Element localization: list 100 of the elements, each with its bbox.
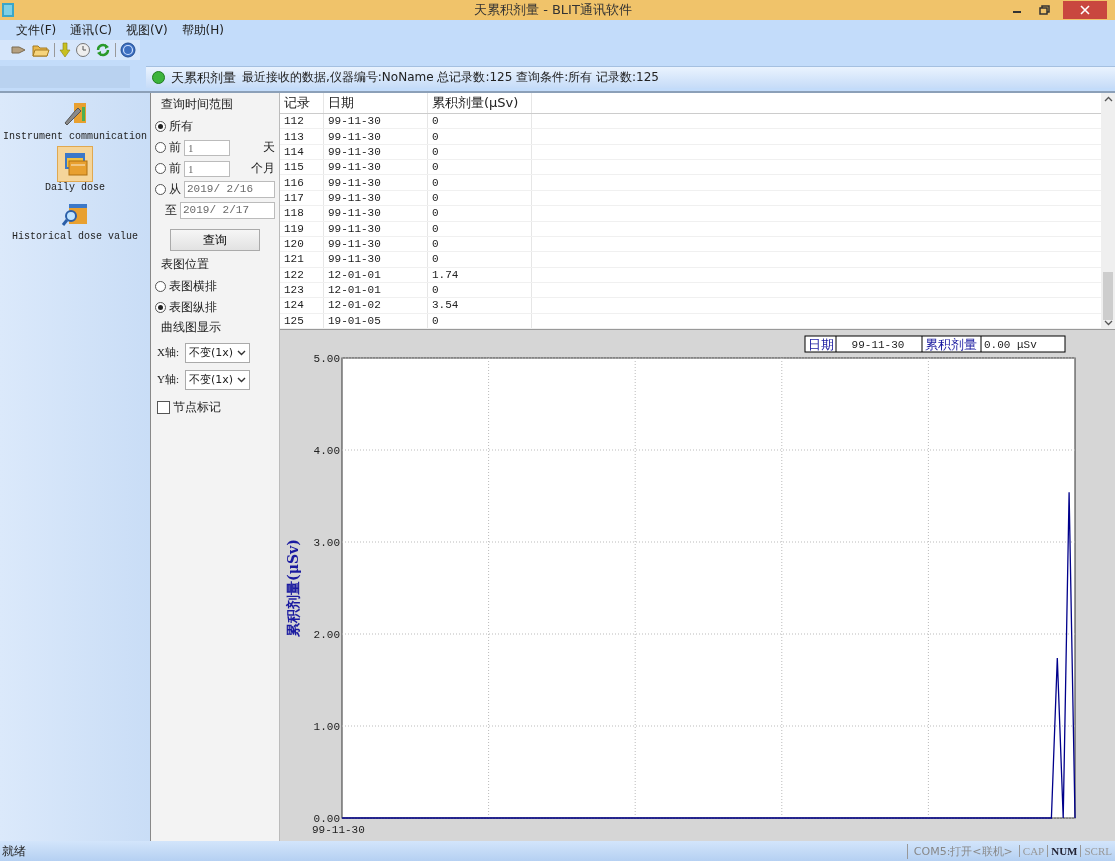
menu-item[interactable]: 视图(V) (126, 21, 168, 39)
radio-button[interactable] (155, 121, 166, 132)
unit-label: 个月 (251, 160, 275, 177)
radio-label: 表图纵排 (169, 299, 217, 316)
scroll-thumb[interactable] (1103, 271, 1113, 321)
group-title: 表图位置 (160, 256, 210, 273)
port-status: COM5:打开<联机> (906, 843, 1019, 859)
table-cell: 0 (428, 190, 532, 206)
date-picker[interactable]: 2019/ 2/16 (184, 181, 275, 198)
radio-button[interactable] (155, 142, 166, 153)
table-cell: 99-11-30 (324, 114, 428, 129)
table-cell: 99-11-30 (324, 160, 428, 175)
table-cell: 0 (428, 236, 532, 252)
radio-button[interactable] (155, 281, 166, 292)
scrollbar[interactable] (1101, 93, 1115, 329)
window-icon[interactable] (57, 146, 93, 182)
table-cell: 116 (280, 175, 324, 190)
scale-dropdown[interactable]: 不变(1x) (185, 342, 251, 363)
table-cell: 120 (280, 236, 324, 252)
app-icon (2, 3, 14, 17)
x-tick-label: 99-11-30 (312, 824, 365, 835)
table-cell: 124 (280, 298, 324, 313)
radio-button[interactable] (155, 302, 166, 313)
axis-label: X轴: (157, 345, 179, 360)
close-button[interactable] (1063, 1, 1107, 19)
menu-item[interactable]: 文件(F) (16, 21, 57, 39)
sidebar-item[interactable]: Historical dose value (12, 231, 138, 242)
table-cell: 99-11-30 (324, 190, 428, 206)
table-cell: 12-01-01 (324, 282, 428, 298)
table-cell: 12-01-01 (324, 267, 428, 282)
table-cell: 0 (428, 160, 532, 175)
table-cell: 0 (428, 144, 532, 160)
group-title: 曲线图显示 (160, 319, 222, 336)
table-cell: 0 (428, 175, 532, 190)
sidebar-item[interactable]: Daily dose (45, 182, 105, 193)
radio-label: 前 (169, 139, 181, 156)
radio-button[interactable] (155, 163, 166, 174)
y-tick-label: 1.00 (313, 721, 340, 733)
column-header[interactable]: 日期 (324, 93, 428, 114)
radio-button[interactable] (155, 184, 166, 195)
table-cell: 12-01-02 (324, 298, 428, 313)
y-tick-label: 5.00 (313, 353, 340, 365)
open-folder-icon[interactable] (32, 42, 50, 58)
table-cell: 99-11-30 (324, 175, 428, 190)
scale-dropdown[interactable]: 不变(1x) (185, 369, 251, 390)
table-cell: 0 (428, 221, 532, 236)
table-cell: 117 (280, 190, 324, 206)
table-cell: 119 (280, 221, 324, 236)
refresh-icon[interactable] (95, 42, 111, 58)
status-icon (152, 71, 165, 84)
help-icon[interactable] (120, 42, 136, 58)
table-cell: 123 (280, 282, 324, 298)
sidebar-item[interactable]: Instrument communication (3, 131, 147, 142)
table-cell: 113 (280, 129, 324, 144)
table-cell: 115 (280, 160, 324, 175)
query-button[interactable]: 查询 (170, 229, 260, 251)
date-picker[interactable]: 2019/ 2/17 (180, 202, 275, 219)
group-title: 查询时间范围 (160, 96, 234, 113)
axis-label: Y轴: (157, 372, 179, 387)
radio-label: 表图横排 (169, 278, 217, 295)
caret-icon (237, 376, 247, 383)
table-cell: 0 (428, 282, 532, 298)
table-cell: 0 (428, 252, 532, 267)
radio-label: 从 (169, 181, 181, 198)
info-title: 天累积剂量 (171, 68, 236, 87)
table-cell: 0 (428, 114, 532, 129)
table-cell: 0 (428, 313, 532, 328)
clock-icon[interactable] (75, 42, 91, 58)
table-cell: 99-11-30 (324, 236, 428, 252)
scroll-up-icon[interactable] (1103, 96, 1113, 102)
radio-label: 所有 (169, 118, 193, 135)
y-tick-label: 0.00 (313, 813, 340, 825)
table-cell: 3.54 (428, 298, 532, 313)
table-cell: 0 (428, 129, 532, 144)
table-cell: 0 (428, 206, 532, 221)
column-header[interactable]: 记录 (280, 93, 324, 114)
table-cell: 121 (280, 252, 324, 267)
column-header[interactable]: 累积剂量(μSv) (428, 93, 532, 114)
menu-item[interactable]: 帮助(H) (181, 21, 224, 39)
scroll-down-icon[interactable] (1103, 320, 1113, 326)
info-message: 最近接收的数据,仪器编号:NoName 总记录数:125 查询条件:所有 记录数:125 (242, 69, 659, 86)
table-cell: 99-11-30 (324, 206, 428, 221)
y-axis-label: 累积剂量(μSv) (285, 539, 301, 637)
checkbox[interactable] (157, 401, 170, 414)
y-tick-label: 2.00 (313, 629, 340, 641)
key-indicator: SCRL (1080, 845, 1115, 857)
radio-label: 前 (169, 160, 181, 177)
number-spinner[interactable]: 1 (184, 160, 230, 177)
key-indicator: NUM (1047, 845, 1081, 857)
table-cell: 99-11-30 (324, 252, 428, 267)
table-cell: 125 (280, 313, 324, 328)
window-title: 天累积剂量 - BLIT通讯软件 (474, 1, 632, 19)
number-spinner[interactable]: 1 (184, 139, 230, 156)
table-cell: 99-11-30 (324, 144, 428, 160)
unit-label: 天 (263, 139, 275, 156)
y-tick-label: 4.00 (313, 445, 340, 457)
checkbox-label: 节点标记 (173, 399, 221, 416)
table-cell: 99-11-30 (324, 129, 428, 144)
caret-icon (237, 349, 247, 356)
menu-item[interactable]: 通讯(C) (70, 21, 112, 39)
